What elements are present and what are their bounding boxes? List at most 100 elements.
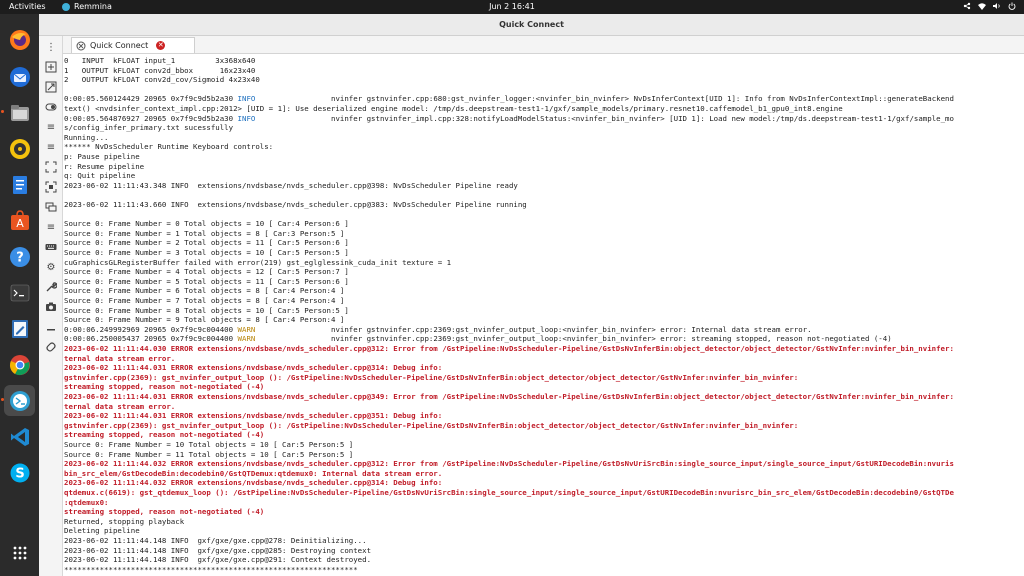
terminal-line: r: Resume pipeline <box>64 161 145 171</box>
terminal-line: qtdemux.c(6619): gst_qtdemux_loop (): /G… <box>64 488 954 497</box>
dock-terminal[interactable] <box>4 277 35 308</box>
multi-monitor-icon[interactable] <box>44 200 58 214</box>
dock-app-grid[interactable] <box>4 537 35 568</box>
running-indicator <box>1 398 4 401</box>
screenshot-camera-icon[interactable] <box>44 300 58 314</box>
terminal-line: streaming stopped, reason not-negotiated… <box>64 430 265 440</box>
dock: A ? S <box>0 14 39 576</box>
menu-dots-icon[interactable]: ⋮ <box>44 40 58 54</box>
dock-chrome[interactable] <box>4 349 35 380</box>
terminal-line: 2023-06-02 11:11:44.031 ERROR extensions… <box>64 363 443 373</box>
terminal-line: Running... <box>64 132 109 142</box>
svg-text:A: A <box>16 217 24 230</box>
terminal-line: cuGraphicsGLRegisterBuffer failed with e… <box>64 257 452 267</box>
log-prefix: 0:00:05.560124429 20965 0x7f9c9d5b2a30 <box>64 94 238 104</box>
scaled-mode-icon[interactable] <box>44 180 58 194</box>
terminal-line: 0:00:05.560124429 20965 0x7f9c9d5b2a30 I… <box>64 94 954 104</box>
app-menu[interactable]: Remmina <box>62 2 112 11</box>
terminal-line: Source 0: Frame Number = 9 Total objects… <box>64 315 345 325</box>
log-level: WARN <box>237 334 256 344</box>
terminal-line: Source 0: Frame Number = 8 Total objects… <box>64 305 349 315</box>
list-icon-2[interactable]: ≡ <box>44 140 58 154</box>
terminal-line: 2023-06-02 11:11:44.032 ERROR extensions… <box>64 478 443 488</box>
top-bar: Activities Remmina Jun 2 16:41 <box>0 0 1024 14</box>
terminal-output[interactable]: 0 INPUT kFLOAT input_1 3x368x640 1 OUTPUT… <box>63 55 1024 576</box>
power-icon[interactable] <box>1008 2 1016 10</box>
window-title[interactable]: Quick Connect <box>39 14 1024 36</box>
disconnect-icon[interactable] <box>44 340 58 354</box>
dock-writer[interactable] <box>4 169 35 200</box>
dock-thunderbird[interactable] <box>4 61 35 92</box>
dock-help[interactable]: ? <box>4 241 35 272</box>
terminal-line: Source 0: Frame Number = 2 Total objects… <box>64 238 349 248</box>
share-icon[interactable] <box>963 2 971 10</box>
terminal-line: ****** NvDsScheduler Runtime Keyboard co… <box>64 142 274 152</box>
terminal-line: Source 0: Frame Number = 3 Total objects… <box>64 248 349 257</box>
remmina-toolbar: ⋮ ≡ ≡ ≡ ⚙ <box>39 36 63 576</box>
settings-gear-icon[interactable]: ⚙ <box>44 260 58 274</box>
clock[interactable]: Jun 2 16:41 <box>489 2 535 11</box>
svg-text:S: S <box>15 466 24 481</box>
tab-quick-connect[interactable]: Quick Connect ✕ <box>71 37 195 53</box>
tab-bar: Quick Connect ✕ <box>39 36 1024 54</box>
log-prefix: 0:00:06.249992969 20965 0x7f9c9c004400 <box>64 324 238 334</box>
terminal-line: q: Quit pipeline <box>64 171 136 181</box>
terminal-icon <box>10 284 29 301</box>
thunderbird-icon <box>9 66 30 87</box>
terminal-line: Source 0: Frame Number = 0 Total objects… <box>64 219 349 229</box>
scale-icon[interactable] <box>44 80 58 94</box>
terminal-line: 0:00:06.250005437 20965 0x7f9c9c004400 W… <box>64 334 892 344</box>
keyboard-icon[interactable] <box>44 240 58 254</box>
terminal-line: 0:00:06.249992969 20965 0x7f9c9c004400 W… <box>64 325 812 335</box>
dock-firefox[interactable] <box>4 24 35 55</box>
volume-icon[interactable] <box>993 2 1001 10</box>
app-name: Remmina <box>74 2 112 11</box>
dock-software[interactable]: A <box>4 205 35 236</box>
terminal-line: p: Pause pipeline <box>64 152 140 161</box>
dock-remmina[interactable] <box>1 385 35 416</box>
terminal-line: Source 0: Frame Number = 7 Total objects… <box>64 296 345 305</box>
system-tray[interactable] <box>963 2 1016 10</box>
terminal-line: :qtdemux0: <box>64 497 109 507</box>
log-level: WARN <box>237 324 256 334</box>
firefox-icon <box>9 29 30 50</box>
log-message: nvinfer gstnvinfer.cpp:2369:gst_nvinfer_… <box>255 334 892 344</box>
terminal-line: 2023-06-02 11:11:44.031 ERROR extensions… <box>64 411 443 421</box>
dock-rhythmbox[interactable] <box>4 133 35 164</box>
terminal-line: 1 OUTPUT kFLOAT conv2d_bbox 16x23x40 <box>64 65 256 75</box>
activities-button[interactable]: Activities <box>9 2 46 11</box>
terminal-line: 2023-06-02 11:11:44.148 INFO gxf/gxe/gxe… <box>64 536 367 545</box>
terminal-line: 2023-06-02 11:11:44.032 ERROR extensions… <box>64 459 954 469</box>
dock-text-editor[interactable] <box>4 313 35 344</box>
terminal-line: Returned, stopping playback <box>64 516 185 526</box>
software-icon: A <box>10 209 29 230</box>
rhythmbox-icon <box>9 138 30 159</box>
minimize-icon[interactable] <box>44 320 58 334</box>
wrench-icon[interactable] <box>44 280 58 294</box>
menu-icon[interactable]: ≡ <box>44 220 58 234</box>
terminal-line: 2023-06-02 11:11:43.660 INFO extensions/… <box>64 200 527 209</box>
dock-skype[interactable]: S <box>4 457 35 488</box>
log-message: nvinfer gstnvinfer_impl.cpp:328:notifyLo… <box>255 113 954 123</box>
wifi-icon[interactable] <box>978 2 986 10</box>
svg-text:?: ? <box>16 250 24 265</box>
terminal-line: Source 0: Frame Number = 11 Total object… <box>64 449 354 459</box>
terminal-line: 2023-06-02 11:11:44.148 INFO gxf/gxe/gxe… <box>64 545 372 555</box>
terminal-line: streaming stopped, reason not-negotiated… <box>64 382 265 392</box>
dynamic-resolution-icon[interactable] <box>44 160 58 174</box>
terminal-line: 2023-06-02 11:11:44.148 INFO gxf/gxe/gxe… <box>64 555 372 565</box>
toggle-icon[interactable] <box>44 100 58 114</box>
terminal-line: Source 0: Frame Number = 6 Total objects… <box>64 286 345 296</box>
close-icon[interactable]: ✕ <box>156 41 166 50</box>
help-icon: ? <box>9 246 30 267</box>
terminal-line: text() <nvdsinfer_context_impl.cpp:2012>… <box>64 104 843 113</box>
log-message: nvinfer gstnvinfer.cpp:2369:gst_nvinfer_… <box>255 324 812 334</box>
dock-vscode[interactable] <box>4 421 35 452</box>
list-icon[interactable]: ≡ <box>44 120 58 134</box>
dock-files[interactable] <box>1 97 35 128</box>
terminal-line: 2023-06-02 11:11:44.031 ERROR extensions… <box>64 392 954 401</box>
fullscreen-icon[interactable] <box>44 60 58 74</box>
terminal-line: 0:00:05.564876927 20965 0x7f9c9d5b2a30 I… <box>64 114 954 124</box>
terminal-line: Source 0: Frame Number = 10 Total object… <box>64 440 354 449</box>
chrome-icon <box>9 354 30 375</box>
